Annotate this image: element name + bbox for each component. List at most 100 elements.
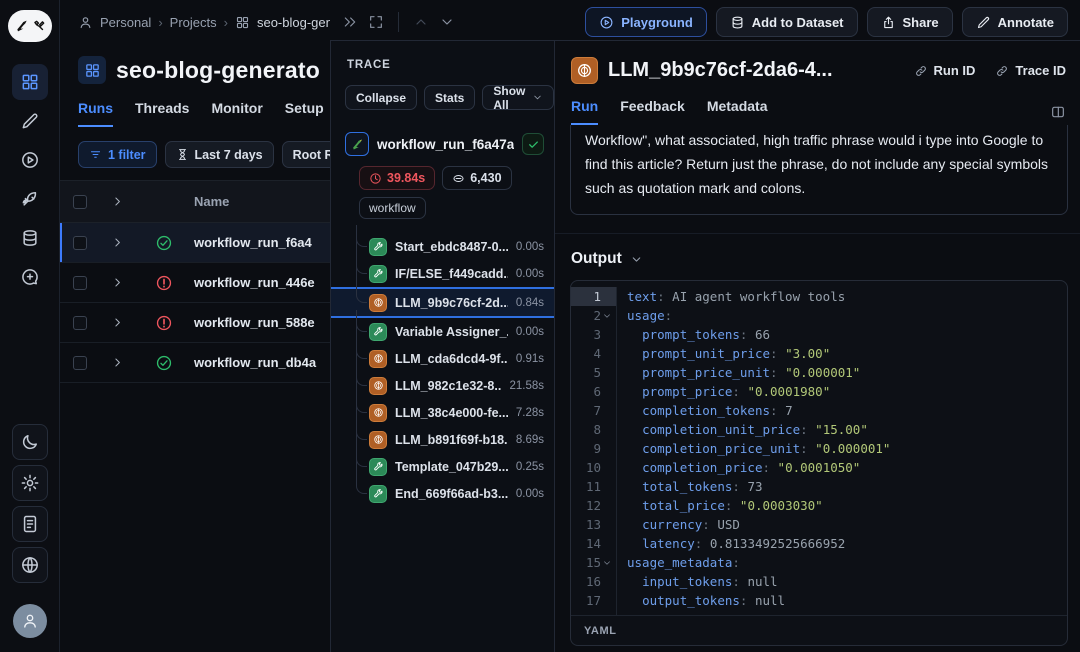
trace-root-name[interactable]: workflow_run_f6a47ae... [377, 137, 514, 152]
code-key: completion_tokens [642, 403, 770, 418]
settings-button[interactable] [12, 465, 48, 501]
add-to-dataset-button[interactable]: Add to Dataset [716, 7, 858, 37]
docs-button[interactable] [12, 506, 48, 542]
trace-node[interactable]: End_669f66ad-b3...0.00s [331, 480, 554, 507]
code-line: latency: 0.8133492525666952 [627, 534, 1067, 553]
code-line: prompt_unit_price: "3.00" [627, 344, 1067, 363]
code-value: "0.0001050" [778, 460, 861, 475]
line-number: 11 [579, 479, 601, 494]
chat-plus-icon [20, 267, 40, 287]
dark-mode-toggle[interactable] [12, 424, 48, 460]
chevron-right-icon[interactable] [111, 195, 124, 208]
globe-icon [20, 555, 40, 575]
gutter-line: 7 [571, 401, 616, 420]
sidebar-item-playground[interactable] [12, 142, 48, 178]
trace-root[interactable]: workflow_run_f6a47ae... 39.84s 6,430 wor… [331, 110, 554, 219]
table-row[interactable]: workflow_run_db4a [60, 343, 330, 383]
run-detail-panel: LLM_9b9c76cf-2da6-4... Run ID Trace ID R… [555, 40, 1080, 652]
sidebar-item-datasets[interactable] [12, 220, 48, 256]
web-button[interactable] [12, 547, 48, 583]
output-section-header[interactable]: Output [570, 234, 1068, 280]
trace-node-name: LLM_9b9c76cf-2d... [395, 296, 508, 310]
table-row[interactable]: workflow_run_588e [60, 303, 330, 343]
line-number: 5 [579, 365, 601, 380]
table-row[interactable]: workflow_run_f6a4 [60, 223, 330, 263]
select-all-checkbox[interactable] [73, 195, 87, 209]
sidebar-item-annotation[interactable] [12, 103, 48, 139]
date-range-chip[interactable]: Last 7 days [165, 141, 274, 168]
trace-id-link[interactable]: Trace ID [995, 63, 1066, 78]
run-id-link[interactable]: Run ID [914, 63, 976, 78]
error-circle-icon [155, 274, 173, 292]
fold-spacer [602, 330, 612, 340]
tab-threads[interactable]: Threads [135, 100, 189, 127]
code-line: usage_metadata: [627, 553, 1067, 572]
gutter-line: 9 [571, 439, 616, 458]
tab-runs[interactable]: Runs [78, 100, 113, 127]
detail-tab-run[interactable]: Run [571, 98, 598, 125]
fold-chevron-icon[interactable] [602, 558, 612, 568]
chevron-up-icon[interactable] [413, 14, 429, 30]
chevron-down-icon [630, 253, 643, 266]
link-icon [914, 64, 928, 78]
fold-spacer [602, 292, 612, 302]
detail-tab-metadata[interactable]: Metadata [707, 98, 768, 125]
detail-tab-feedback[interactable]: Feedback [620, 98, 685, 125]
input-text-box[interactable]: to write an article. Based on the articl… [570, 125, 1068, 215]
row-checkbox[interactable] [73, 316, 87, 330]
tab-setup[interactable]: Setup [285, 100, 324, 127]
langsmith-logo[interactable] [8, 10, 52, 42]
fold-spacer [602, 463, 612, 473]
code-colon: : [800, 422, 808, 437]
llm-icon-wrap [571, 57, 598, 84]
stats-button[interactable]: Stats [424, 85, 475, 110]
code-scroll-area[interactable]: 1234567891011121314151617 text: AI agent… [571, 281, 1067, 615]
playground-button[interactable]: Playground [585, 7, 707, 37]
line-number: 4 [579, 346, 601, 361]
code-key: completion_price [642, 460, 762, 475]
trace-node-name: Variable Assigner_... [395, 325, 508, 339]
row-status-cell [134, 314, 194, 332]
filter-count-chip[interactable]: 1 filter [78, 141, 157, 168]
row-checkbox[interactable] [73, 236, 87, 250]
side-panel-icon[interactable] [524, 57, 540, 73]
code-value: USD [717, 517, 740, 532]
code-line: currency: USD [627, 515, 1067, 534]
trace-node-time: 0.00s [516, 326, 544, 338]
brain-icon-wrap [369, 350, 387, 368]
collapse-panel-icon[interactable] [342, 14, 358, 30]
breadcrumb-separator: › [224, 15, 228, 30]
sidebar-item-deployments[interactable] [12, 181, 48, 217]
tab-monitor[interactable]: Monitor [211, 100, 262, 127]
chevron-down-icon[interactable] [439, 14, 455, 30]
show-all-dropdown[interactable]: Show All [482, 85, 554, 110]
row-checkbox[interactable] [73, 356, 87, 370]
user-avatar[interactable] [13, 604, 47, 638]
line-number: 17 [579, 593, 601, 608]
trace-node-name: IF/ELSE_f449cadd... [395, 267, 508, 281]
code-key: prompt_price [642, 384, 732, 399]
breadcrumb-projects[interactable]: Projects [170, 15, 217, 30]
show-all-label: Show All [493, 84, 527, 112]
share-button[interactable]: Share [867, 7, 953, 37]
fold-spacer [602, 444, 612, 454]
expand-icon[interactable] [368, 14, 384, 30]
wrench-icon [373, 488, 384, 499]
collapse-button[interactable]: Collapse [345, 85, 417, 110]
row-checkbox-cell [60, 316, 100, 330]
fold-chevron-icon[interactable] [602, 311, 612, 321]
root-runs-toggle[interactable]: Root Runs [282, 141, 330, 168]
hourglass-icon [176, 148, 189, 161]
sidebar-item-feedback[interactable] [12, 259, 48, 295]
row-checkbox[interactable] [73, 276, 87, 290]
grid-icon [235, 15, 250, 30]
table-row[interactable]: workflow_run_446e [60, 263, 330, 303]
breadcrumb-project-name[interactable]: seo-blog-genera [257, 15, 330, 30]
code-value: null [755, 593, 785, 608]
brain-icon-wrap [369, 294, 387, 312]
annotate-button[interactable]: Annotate [962, 7, 1068, 37]
root-success-badge [522, 133, 544, 155]
updown-arrows-icon[interactable] [623, 625, 635, 637]
sidebar-item-projects[interactable] [12, 64, 48, 100]
breadcrumb-personal[interactable]: Personal [100, 15, 151, 30]
